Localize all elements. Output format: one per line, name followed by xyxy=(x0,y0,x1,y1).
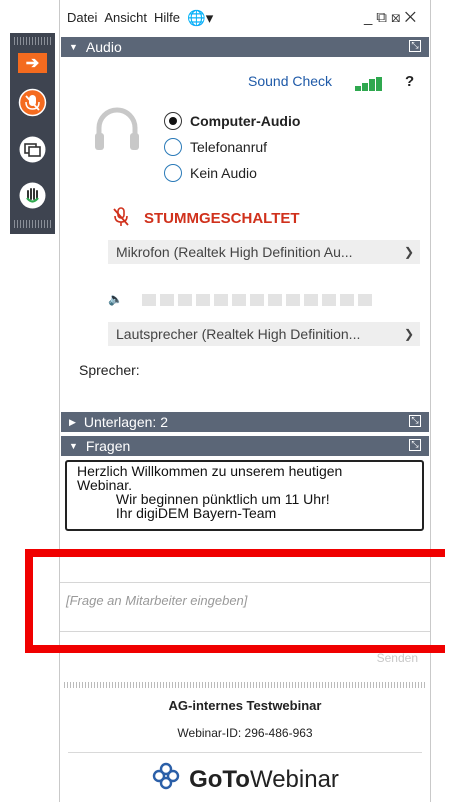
send-button[interactable]: Senden xyxy=(377,651,418,665)
option-label: Kein Audio xyxy=(190,165,257,181)
gotowebinar-logo-icon xyxy=(151,761,181,798)
globe-icon[interactable]: 🌐▾ xyxy=(187,9,213,27)
speaker-value: Lautsprecher (Realtek High Definition... xyxy=(116,326,361,342)
highlight-box xyxy=(25,549,445,653)
volume-meter xyxy=(142,294,372,306)
gotowebinar-logo: GoTo Webinar xyxy=(60,761,430,798)
side-toolbar: ➔ xyxy=(10,33,55,234)
handouts-section-title: Unterlagen: 2 xyxy=(83,414,168,430)
menu-help[interactable]: Hilfe xyxy=(154,10,180,25)
speaker-label: Sprecher: xyxy=(79,362,140,378)
mute-status: STUMMGESCHALTET xyxy=(144,210,300,227)
questions-section-header[interactable]: ▼ Fragen ⤡ xyxy=(61,436,429,456)
audio-help-button[interactable]: ? xyxy=(405,73,414,90)
microphone-value: Mikrofon (Realtek High Definition Au... xyxy=(116,244,353,260)
raise-hand-icon[interactable] xyxy=(18,181,47,210)
option-label: Computer-Audio xyxy=(190,113,301,129)
collapse-triangle-icon: ▼ xyxy=(69,441,78,451)
chevron-down-icon: ❯ xyxy=(403,327,414,341)
menu-file[interactable]: Datei xyxy=(67,10,97,25)
headset-icon xyxy=(92,106,142,165)
audio-section-header[interactable]: ▼ Audio ⤡ xyxy=(61,37,429,57)
audio-section-title: Audio xyxy=(85,39,122,55)
audio-options: Computer-Audio Telefonanruf Kein Audio xyxy=(164,108,300,186)
collapse-arrow-icon[interactable]: ➔ xyxy=(18,53,47,73)
restore-icon[interactable]: ⧉ xyxy=(376,9,391,26)
footer-divider xyxy=(68,752,422,753)
chevron-down-icon: ❯ xyxy=(403,245,414,259)
gotowebinar-panel: Datei Ansicht Hilfe 🌐▾ _⧉⊠✕ ▼ Audio ⤡ So… xyxy=(59,0,431,802)
brand-goto: GoTo xyxy=(189,765,250,793)
sound-check-link[interactable]: Sound Check xyxy=(248,73,332,89)
webinar-title: AG-internes Testwebinar xyxy=(168,698,322,713)
resize-handle[interactable] xyxy=(64,682,426,688)
handouts-section-header[interactable]: ▶ Unterlagen: 2 ⤡ xyxy=(61,412,429,432)
popout-icon[interactable]: ⤡ xyxy=(409,415,421,427)
close-icon[interactable]: ✕ xyxy=(405,9,420,26)
microphone-select[interactable]: Mikrofon (Realtek High Definition Au... … xyxy=(108,240,420,264)
welcome-message: Herzlich Willkommen zu unserem heutigen … xyxy=(65,460,424,531)
expand-icon[interactable]: ⊠ xyxy=(391,9,405,26)
option-label: Telefonanruf xyxy=(190,139,268,155)
expand-triangle-icon: ▶ xyxy=(69,416,76,427)
minimize-icon[interactable]: _ xyxy=(364,9,376,26)
toolbar-grip-bottom xyxy=(14,220,51,228)
webinar-id: Webinar-ID: 296-486-963 xyxy=(177,726,313,740)
signal-bars-icon xyxy=(355,73,383,91)
popout-icon[interactable]: ⤡ xyxy=(409,40,421,52)
radio-indicator[interactable] xyxy=(164,138,182,156)
screen-share-icon[interactable] xyxy=(18,135,47,164)
window-controls: _⧉⊠✕ xyxy=(364,9,420,26)
questions-section-title: Fragen xyxy=(85,438,131,454)
toolbar-grip[interactable] xyxy=(14,37,51,45)
radio-indicator[interactable] xyxy=(164,164,182,182)
speaker-icon: 🔈 xyxy=(108,292,123,306)
radio-phone-call[interactable]: Telefonanruf xyxy=(164,134,300,160)
radio-computer-audio[interactable]: Computer-Audio xyxy=(164,108,300,134)
mic-muted-icon[interactable] xyxy=(18,88,47,117)
speaker-select[interactable]: Lautsprecher (Realtek High Definition...… xyxy=(108,322,420,346)
brand-webinar: Webinar xyxy=(249,765,339,793)
menu-view[interactable]: Ansicht xyxy=(104,10,147,25)
popout-icon[interactable]: ⤡ xyxy=(409,439,421,451)
radio-no-audio[interactable]: Kein Audio xyxy=(164,160,300,186)
radio-selected-indicator[interactable] xyxy=(164,112,182,130)
collapse-triangle-icon: ▼ xyxy=(69,42,78,52)
mic-muted-red-icon[interactable] xyxy=(112,207,130,232)
